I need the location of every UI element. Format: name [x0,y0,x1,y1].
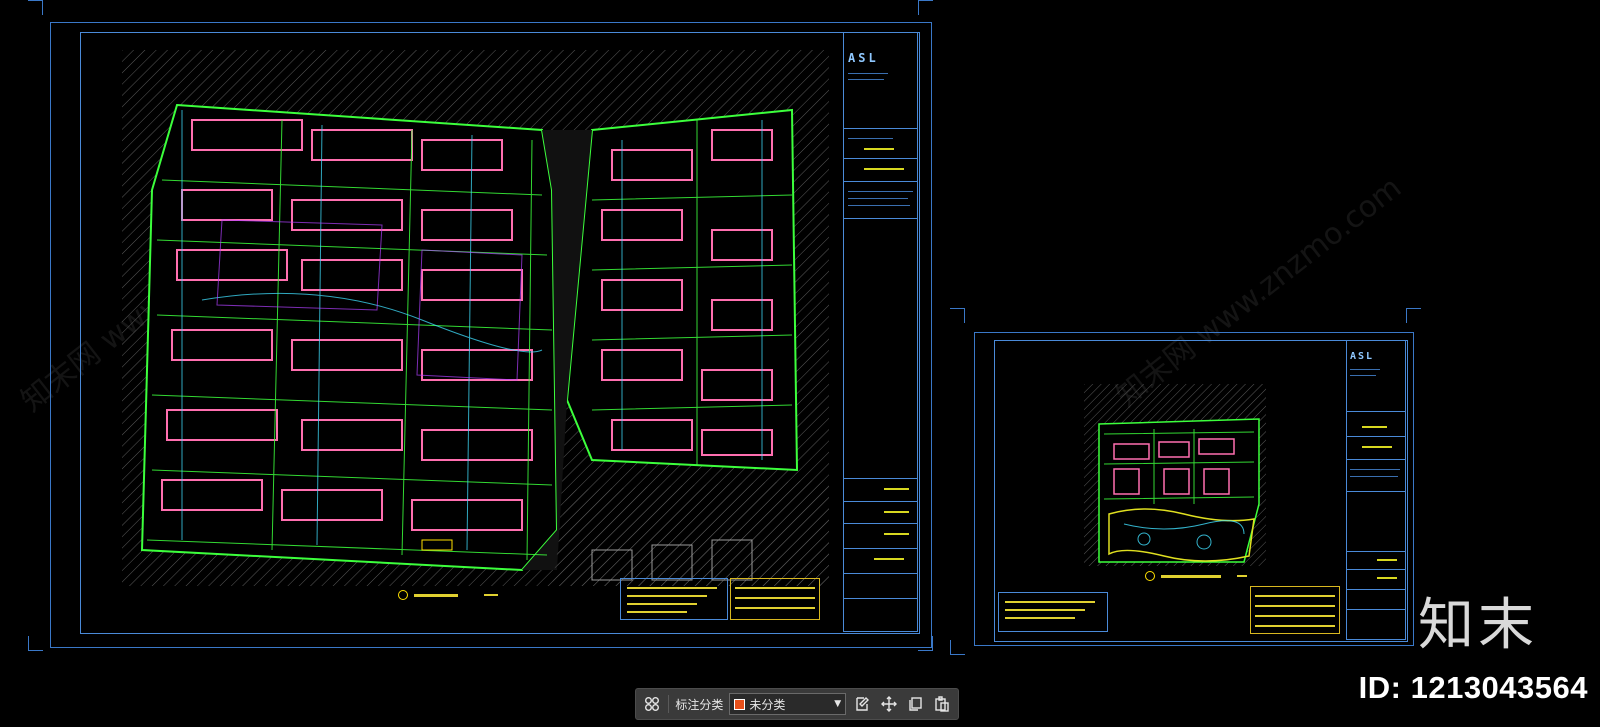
plan-caption-small [1145,571,1247,581]
grid-icon[interactable] [642,693,662,715]
move-icon[interactable] [879,693,899,715]
firm-logo: ASL [1350,351,1375,362]
crop-mark [950,308,965,323]
plan-caption-text [414,593,458,597]
adjacent-parcel [552,480,829,586]
plan-caption-large [398,590,498,600]
category-label: 标注分类 [675,697,724,712]
legend-table-small [1250,586,1340,634]
notes-box-small [998,592,1108,632]
crop-mark [950,640,965,655]
firm-logo: ASL [848,51,879,65]
title-block-small: ASL [1346,340,1406,640]
edit-icon[interactable] [852,693,872,715]
plan-caption-text [1161,574,1221,578]
large-site-plan-drawing [122,50,829,586]
title-block-large: ASL [843,32,918,632]
category-dropdown[interactable]: 未分类 ▼ [729,693,847,715]
chevron-down-icon: ▼ [834,699,842,709]
category-value: 未分类 [749,697,786,712]
crop-mark [28,0,43,15]
large-site-plan[interactable] [122,50,829,586]
crop-mark [1406,308,1421,323]
small-site-plan-drawing [1084,384,1266,566]
paste-icon[interactable] [932,693,952,715]
small-site-plan[interactable] [1084,384,1266,566]
plan-number-marker [1145,571,1155,581]
plan-scale-text [484,594,498,596]
copy-icon[interactable] [905,693,925,715]
crop-mark [918,0,933,15]
plan-number-marker [398,590,408,600]
brand-watermark: 知末 [1418,593,1538,658]
legend-table-large [730,578,820,620]
notes-box-large [620,578,728,620]
toolbar-separator [668,695,670,713]
annotation-toolbar: 标注分类 未分类 ▼ [635,688,959,720]
plan-scale-text [1237,575,1247,577]
drawing-id-label: ID: 1213043564 [1358,670,1588,705]
cad-viewport[interactable]: 知末网 www.znzmo.com 知末网 www.znzmo.com [0,0,1600,727]
crop-mark [28,636,43,651]
category-color-swatch [734,698,746,710]
